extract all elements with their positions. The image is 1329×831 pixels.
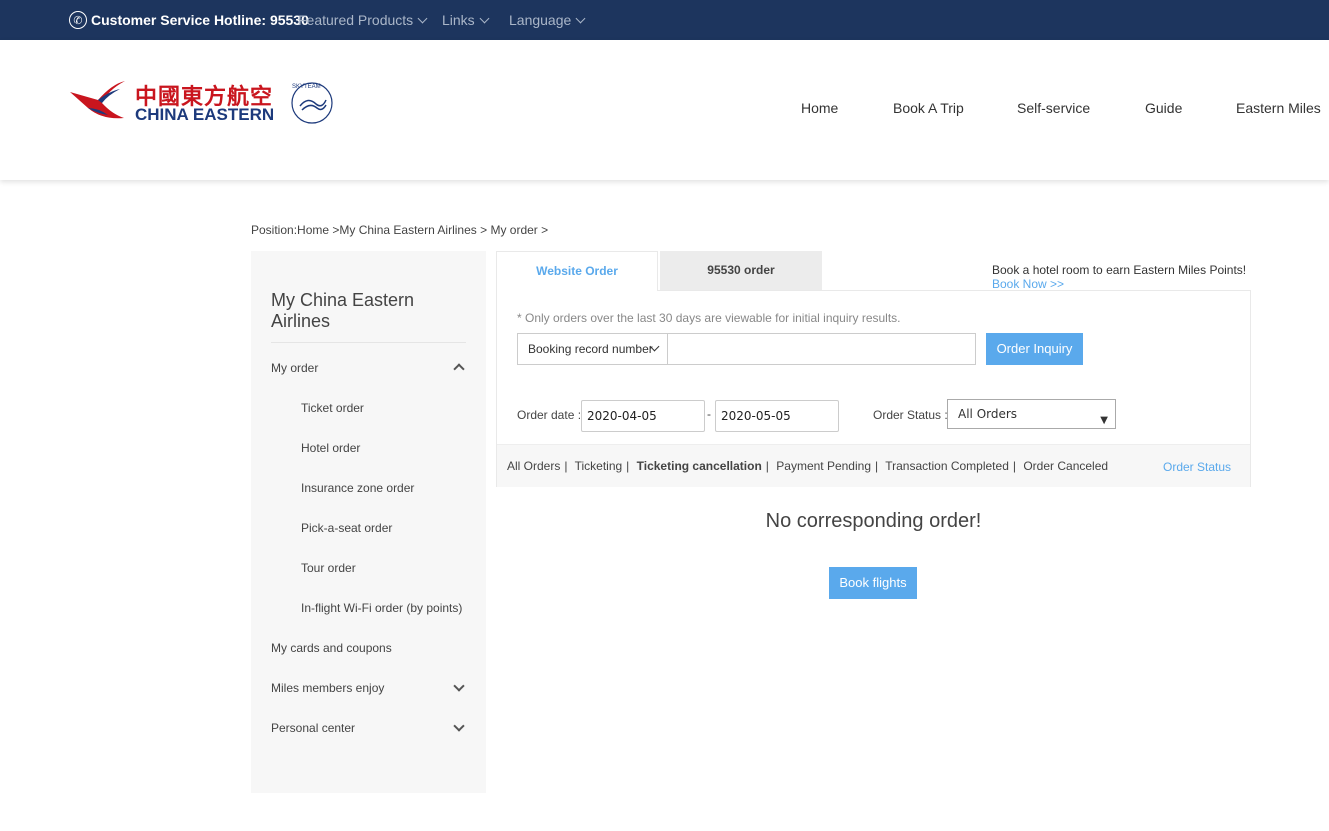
order-status-select[interactable]: All Orders ▼ [947, 399, 1116, 429]
swallow-logo-icon [70, 81, 125, 119]
order-status-value: All Orders [958, 407, 1018, 421]
date-separator: - [707, 407, 711, 421]
chevron-down-icon [575, 13, 586, 23]
date-to-input[interactable]: 2020-05-05 [715, 400, 839, 432]
status-filter-bar: All Orders | Ticketing | Ticketing cancell… [497, 444, 1250, 487]
sidebar-item-my-order[interactable]: My order [271, 361, 318, 375]
filter-payment-pending[interactable]: Payment Pending [776, 459, 871, 473]
sidebar-item-insurance-order[interactable]: Insurance zone order [301, 481, 414, 495]
book-now-link[interactable]: Book Now >> [992, 277, 1246, 291]
filter-all-orders[interactable]: All Orders [507, 459, 560, 473]
order-date-label: Order date : [517, 408, 582, 422]
menu-label: Links [442, 12, 475, 28]
menu-links[interactable]: Links [442, 12, 490, 28]
hotel-promo: Book a hotel room to earn Eastern Miles … [992, 263, 1246, 291]
order-search-panel: * Only orders over the last 30 days are … [496, 290, 1251, 487]
chevron-down-icon [417, 13, 428, 23]
booking-number-input[interactable] [667, 333, 976, 365]
filter-transaction-completed[interactable]: Transaction Completed [885, 459, 1009, 473]
sidebar-item-tour-order[interactable]: Tour order [301, 561, 356, 575]
hotline: ✆ Customer Service Hotline: 95530 [69, 11, 309, 29]
chevron-down-icon [479, 13, 490, 23]
breadcrumb[interactable]: Position:Home >My China Eastern Airlines… [251, 223, 548, 237]
phone-icon: ✆ [69, 11, 87, 29]
chevron-down-icon[interactable] [453, 680, 465, 692]
empty-state-message: No corresponding order! [765, 510, 982, 532]
chevron-up-icon[interactable] [453, 363, 465, 375]
nav-book-a-trip[interactable]: Book A Trip [893, 100, 964, 116]
menu-featured-products[interactable]: Featured Products [298, 12, 428, 28]
chevron-down-icon[interactable] [453, 720, 465, 732]
filter-ticketing-cancellation[interactable]: Ticketing cancellation [637, 459, 762, 473]
sidebar-item-wifi-order[interactable]: In-flight Wi-Fi order (by points) [301, 601, 462, 615]
top-bar: ✆ Customer Service Hotline: 95530 Featur… [0, 0, 1329, 40]
menu-language[interactable]: Language [509, 12, 586, 28]
booking-type-value: Booking record number [528, 342, 653, 356]
booking-type-select[interactable]: Booking record number [517, 333, 668, 365]
logo-english-text: CHINA EASTERN [135, 105, 275, 124]
inquiry-note: * Only orders over the last 30 days are … [517, 311, 901, 325]
site-header: 中國東方航空 CHINA EASTERN SKYTEAM Home Book A… [0, 40, 1329, 180]
dropdown-arrow-icon: ▼ [1100, 415, 1108, 426]
nav-guide[interactable]: Guide [1145, 100, 1182, 116]
sidebar-item-hotel-order[interactable]: Hotel order [301, 441, 360, 455]
china-eastern-logo[interactable]: 中國東方航空 CHINA EASTERN SKYTEAM [68, 78, 338, 128]
order-inquiry-button[interactable]: Order Inquiry [986, 333, 1083, 365]
sidebar-item-pick-a-seat-order[interactable]: Pick-a-seat order [301, 521, 392, 535]
sidebar: My China Eastern Airlines My order Ticke… [251, 251, 486, 793]
filter-order-canceled[interactable]: Order Canceled [1023, 459, 1108, 473]
sidebar-item-personal-center[interactable]: Personal center [271, 721, 355, 735]
sidebar-item-ticket-order[interactable]: Ticket order [301, 401, 364, 415]
menu-label: Language [509, 12, 572, 28]
menu-label: Featured Products [298, 12, 414, 28]
status-filters: All Orders | Ticketing | Ticketing cancell… [507, 459, 1109, 473]
nav-eastern-miles[interactable]: Eastern Miles [1236, 100, 1321, 116]
promo-text: Book a hotel room to earn Eastern Miles … [992, 263, 1247, 277]
order-status-link[interactable]: Order Status [1163, 460, 1231, 474]
nav-self-service[interactable]: Self-service [1017, 100, 1090, 116]
skyteam-text: SKYTEAM [292, 84, 321, 90]
tab-95530-order[interactable]: 95530 order [660, 251, 822, 291]
sidebar-divider [271, 342, 466, 343]
book-flights-button[interactable]: Book flights [829, 567, 917, 599]
sidebar-item-miles-members[interactable]: Miles members enjoy [271, 681, 384, 695]
filter-ticketing[interactable]: Ticketing [575, 459, 623, 473]
hotline-text: Customer Service Hotline: 95530 [91, 12, 309, 28]
date-from-input[interactable]: 2020-04-05 [581, 400, 705, 432]
nav-home[interactable]: Home [801, 100, 838, 116]
sidebar-title: My China Eastern Airlines [271, 290, 415, 331]
skyteam-logo-icon: SKYTEAM [291, 82, 333, 124]
order-status-label: Order Status : [873, 408, 948, 422]
sidebar-item-cards-coupons[interactable]: My cards and coupons [271, 641, 392, 655]
tab-website-order[interactable]: Website Order [496, 251, 658, 291]
